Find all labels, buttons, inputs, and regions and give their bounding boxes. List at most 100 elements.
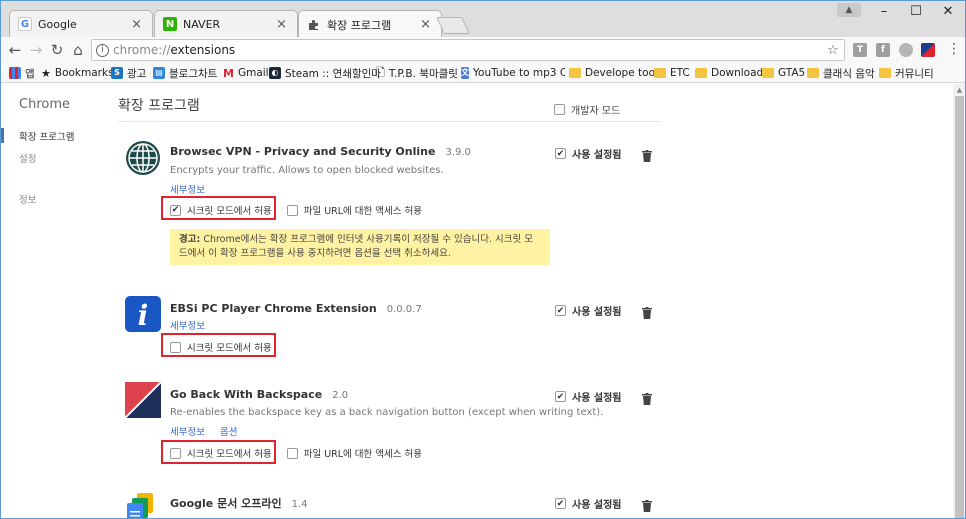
url-host: extensions bbox=[170, 43, 236, 57]
developer-mode-toggle[interactable]: 개발자 모드 bbox=[554, 102, 620, 117]
trash-icon[interactable] bbox=[642, 497, 652, 512]
bookmark-youtube-mp3[interactable]: 文 YouTube to mp3 Co bbox=[461, 65, 565, 81]
enabled-checkbox[interactable]: ✔ bbox=[555, 148, 566, 159]
sidebar-item-extensions[interactable]: 확장 프로그램 bbox=[19, 129, 74, 143]
back-icon[interactable]: ← bbox=[5, 40, 25, 60]
ebsi-info-icon: i bbox=[125, 296, 161, 332]
enabled-label: 사용 설정됨 bbox=[572, 150, 622, 161]
bookmark-label: Develope tools bbox=[585, 67, 664, 79]
scrollbar-thumb[interactable] bbox=[955, 96, 964, 518]
extension-f-icon[interactable]: f bbox=[876, 43, 890, 57]
enabled-toggle[interactable]: ✔ 사용 설정됨 bbox=[555, 389, 621, 404]
tab-extensions[interactable]: 확장 프로그램 × bbox=[298, 10, 442, 38]
bookmark-star-icon[interactable]: ☆ bbox=[827, 43, 839, 58]
extension-backspace-icon[interactable] bbox=[921, 43, 935, 57]
bookmark-bookmarks[interactable]: ★ Bookmarks bbox=[41, 65, 114, 81]
enabled-toggle[interactable]: ✔ 사용 설정됨 bbox=[555, 496, 621, 511]
developer-mode-label: 개발자 모드 bbox=[571, 106, 621, 117]
details-link[interactable]: 세부정보 bbox=[170, 427, 205, 438]
enabled-checkbox[interactable]: ✔ bbox=[555, 391, 566, 402]
divider bbox=[118, 121, 662, 122]
sidebar-item-settings[interactable]: 설정 bbox=[19, 151, 36, 165]
details-link[interactable]: 세부정보 bbox=[170, 185, 205, 196]
google-docs-icon bbox=[125, 491, 161, 518]
home-icon[interactable]: ⌂ bbox=[68, 40, 88, 60]
bookmark-label: 광고 bbox=[127, 67, 147, 80]
address-bar[interactable]: i chrome://extensions bbox=[91, 39, 845, 61]
extension-name: Browsec VPN - Privacy and Security Onlin… bbox=[170, 145, 471, 158]
close-icon[interactable]: × bbox=[276, 17, 287, 32]
tab-strip: G Google × N NAVER × 확장 프로그램 × ▲ – ☐ ✕ bbox=[1, 1, 965, 38]
sidebar-item-about[interactable]: 정보 bbox=[19, 192, 36, 206]
tab-title: Google bbox=[38, 17, 77, 31]
extension-name: Go Back With Backspace 2.0 bbox=[170, 388, 348, 401]
menu-icon[interactable]: ⋮ bbox=[947, 41, 961, 57]
google-icon: G bbox=[18, 17, 32, 31]
bookmark-folder-develope[interactable]: Develope tools bbox=[569, 65, 663, 81]
enabled-toggle[interactable]: ✔ 사용 설정됨 bbox=[555, 303, 621, 318]
extension-name: EBSi PC Player Chrome Extension 0.0.0.7 bbox=[170, 302, 422, 315]
bookmark-folder-download[interactable]: Download bbox=[695, 65, 763, 81]
profile-icon[interactable]: ▲ bbox=[837, 3, 861, 17]
close-icon[interactable]: × bbox=[131, 17, 142, 32]
extension-version: 3.9.0 bbox=[445, 147, 471, 158]
bookmark-label: Steam :: 연쇄할인마 bbox=[285, 67, 381, 80]
reload-icon[interactable]: ↻ bbox=[47, 40, 67, 60]
translate-icon: 文 bbox=[461, 67, 469, 79]
trash-icon[interactable] bbox=[642, 390, 652, 405]
extension-title: Browsec VPN - Privacy and Security Onlin… bbox=[170, 145, 436, 158]
trash-icon[interactable] bbox=[642, 304, 652, 319]
bookmark-ad[interactable]: S 광고 bbox=[111, 65, 146, 81]
bookmark-label: Gmail bbox=[237, 67, 269, 79]
bookmark-label: T.P.B. 북마클릿 bbox=[388, 67, 458, 80]
minimize-button[interactable]: – bbox=[867, 1, 901, 23]
info-icon[interactable]: i bbox=[96, 43, 109, 57]
page-scrollbar[interactable]: ▲ bbox=[953, 84, 965, 518]
warning-box: 경고: Chrome에서는 확장 프로그램에 인터넷 사용기록이 저장될 수 있… bbox=[170, 229, 550, 265]
folder-icon bbox=[879, 68, 891, 78]
forward-icon[interactable]: → bbox=[26, 40, 46, 60]
file-url-checkbox[interactable] bbox=[286, 447, 298, 459]
extension-version: 2.0 bbox=[332, 390, 349, 401]
bookmark-folder-gta5[interactable]: GTA5 bbox=[762, 65, 805, 81]
bookmark-label: 앱 bbox=[25, 67, 35, 80]
toolbar: ← → ↻ ⌂ i chrome://extensions ☆ T f ⋮ bbox=[1, 37, 965, 63]
bookmark-tpb[interactable]: 🗋 T.P.B. 북마클릿 bbox=[376, 65, 458, 81]
extension-globe-icon[interactable] bbox=[899, 43, 913, 57]
bookmark-label: YouTube to mp3 Co bbox=[473, 67, 565, 79]
bookmark-folder-community[interactable]: 커뮤니티 bbox=[879, 65, 934, 81]
close-icon[interactable]: × bbox=[420, 17, 431, 32]
trash-icon[interactable] bbox=[642, 147, 652, 162]
maximize-button[interactable]: ☐ bbox=[899, 1, 933, 23]
bookmark-blogchart[interactable]: ▤ 블로그차트 bbox=[153, 65, 217, 81]
svg-text:i: i bbox=[138, 299, 149, 332]
options-link[interactable]: 옵션 bbox=[220, 427, 237, 438]
tab-google[interactable]: G Google × bbox=[9, 10, 153, 37]
scroll-up-icon[interactable]: ▲ bbox=[953, 84, 965, 96]
enabled-checkbox[interactable]: ✔ bbox=[555, 305, 566, 316]
bookmark-steam[interactable]: ◐ Steam :: 연쇄할인마 bbox=[269, 65, 381, 81]
file-url-checkbox[interactable] bbox=[286, 204, 298, 216]
sidebar-active-indicator bbox=[1, 128, 4, 143]
enabled-toggle[interactable]: ✔ 사용 설정됨 bbox=[555, 146, 621, 161]
steam-icon: ◐ bbox=[269, 67, 281, 79]
warning-title: 경고: bbox=[179, 234, 201, 245]
details-link[interactable]: 세부정보 bbox=[170, 321, 205, 332]
backspace-icon bbox=[124, 381, 162, 419]
enabled-checkbox[interactable]: ✔ bbox=[555, 498, 566, 509]
bookmark-folder-classic[interactable]: 클래식 음악 bbox=[807, 65, 875, 81]
extension-description: Encrypts your traffic. Allows to open bl… bbox=[170, 165, 444, 176]
close-window-button[interactable]: ✕ bbox=[931, 1, 965, 23]
extension-version: 0.0.0.7 bbox=[386, 304, 422, 315]
gmail-icon: M bbox=[223, 66, 234, 80]
bookmark-apps[interactable]: 앱 bbox=[9, 65, 35, 81]
developer-mode-checkbox[interactable] bbox=[554, 104, 565, 115]
bookmark-label: GTA5 bbox=[778, 67, 806, 79]
extension-links: 세부정보 bbox=[170, 182, 217, 196]
globe-icon bbox=[125, 140, 161, 176]
bookmark-gmail[interactable]: M Gmail bbox=[223, 65, 269, 81]
bookmark-folder-etc[interactable]: ETC bbox=[654, 65, 690, 81]
bookmark-label: ETC bbox=[670, 67, 690, 79]
tab-naver[interactable]: N NAVER × bbox=[154, 10, 298, 37]
extension-t-icon[interactable]: T bbox=[853, 43, 867, 57]
